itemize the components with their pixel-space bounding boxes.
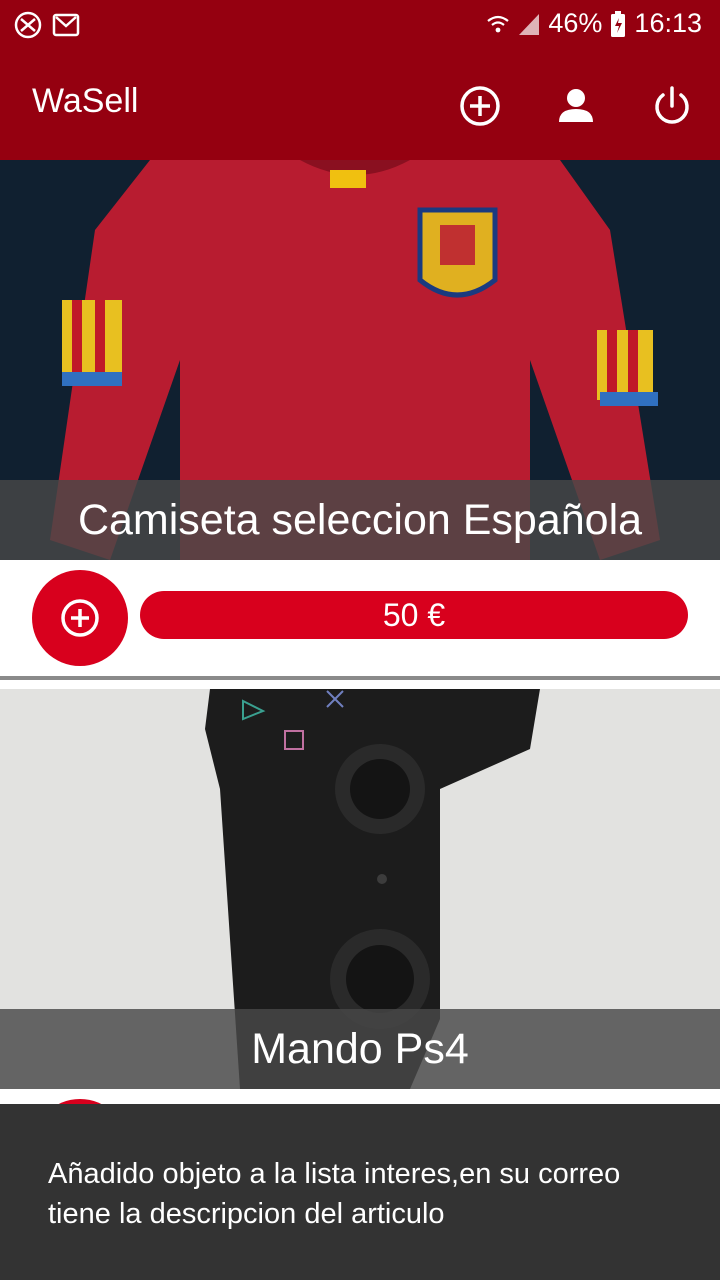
add-to-interest-button[interactable]: [32, 570, 128, 666]
product-footer: 50 €: [0, 560, 720, 680]
add-circle-icon: [460, 86, 500, 126]
add-circle-icon: [61, 599, 99, 637]
person-icon: [559, 89, 593, 122]
product-title: Camiseta seleccion Española: [0, 480, 720, 560]
app-title: WaSell: [32, 82, 139, 120]
battery-percent: 46%: [548, 8, 603, 38]
snackbar: Añadido objeto a la lista interes,en su …: [0, 1104, 720, 1280]
product-title: Mando Ps4: [0, 1009, 720, 1089]
profile-button[interactable]: [554, 84, 598, 128]
gmail-icon: [52, 13, 80, 37]
battery-icon: [611, 10, 626, 37]
add-item-button[interactable]: [458, 84, 502, 128]
clock: 16:13: [634, 8, 702, 38]
product-card: Mando Ps4: [0, 689, 720, 1109]
product-card: Camiseta seleccion Española 50 €: [0, 160, 720, 680]
divider: [0, 676, 720, 680]
snackbar-message: Añadido objeto a la lista interes,en su …: [48, 1158, 621, 1230]
price-badge: 50 €: [140, 591, 688, 639]
status-bar: 46% 16:13: [0, 0, 720, 50]
logout-button[interactable]: [650, 84, 694, 128]
xbox-notification-icon: [14, 11, 42, 39]
wifi-icon: [487, 15, 510, 32]
signal-icon: [519, 13, 540, 35]
power-icon: [655, 86, 689, 124]
app-bar: WaSell: [0, 50, 720, 160]
